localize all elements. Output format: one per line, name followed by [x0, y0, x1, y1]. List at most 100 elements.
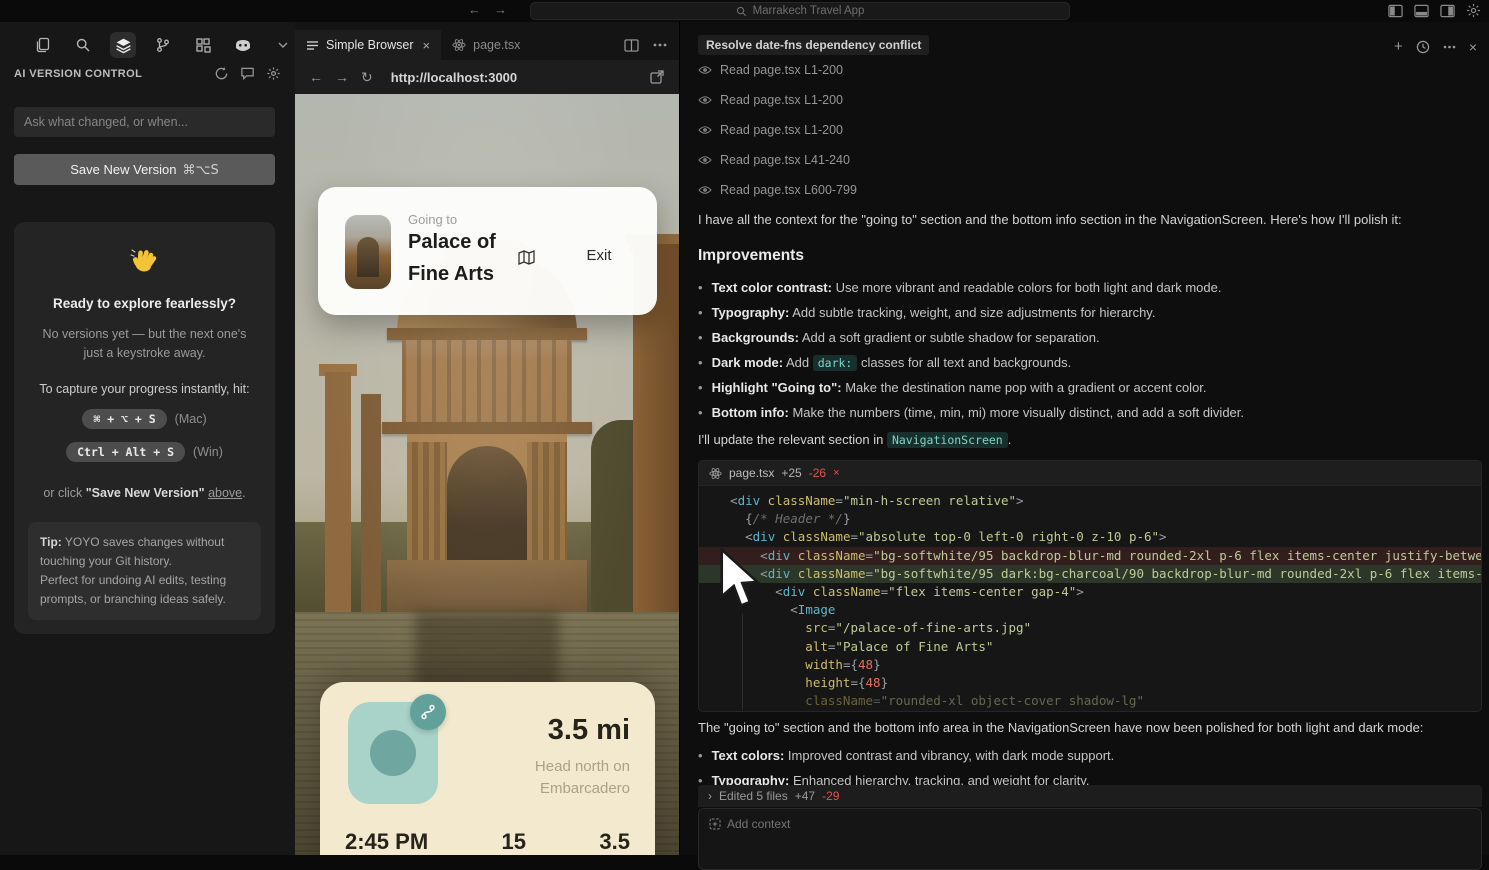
refresh-icon[interactable]: [214, 66, 229, 81]
add-context-button[interactable]: Add context: [709, 817, 1471, 831]
destination-name-line2: Fine Arts: [408, 263, 494, 286]
toggle-sidebar-right-icon[interactable]: [1440, 4, 1455, 18]
url-text[interactable]: http://localhost:3000: [391, 70, 517, 85]
eye-icon: [698, 95, 712, 105]
code-file-name: page.tsx: [729, 466, 774, 480]
browser-back-icon[interactable]: ←: [309, 69, 323, 85]
tab-page-tsx[interactable]: page.tsx: [441, 30, 531, 60]
above-link[interactable]: above: [208, 486, 242, 500]
close-tab-icon[interactable]: ×: [423, 38, 431, 53]
minimap-thumbnail[interactable]: [348, 702, 438, 804]
new-chat-icon[interactable]: +: [1394, 38, 1403, 55]
toggle-panel-icon[interactable]: [1414, 4, 1429, 18]
read-item[interactable]: Read page.tsx L1-200: [698, 123, 843, 137]
more-actions-icon[interactable]: [653, 43, 667, 47]
tab-simple-browser[interactable]: Simple Browser ×: [295, 30, 441, 60]
extensions-icon[interactable]: [190, 32, 216, 58]
chevron-down-icon[interactable]: [270, 32, 296, 58]
list-icon: [306, 40, 319, 51]
browser-viewport: Going to Palace of Fine Arts Exit 3.5 mi…: [295, 94, 679, 855]
instruction-line1: Head north on: [535, 758, 630, 775]
browser-forward-icon[interactable]: →: [335, 69, 349, 85]
mac-label: (Mac): [175, 412, 207, 426]
copy-pages-icon[interactable]: [30, 32, 56, 58]
trip-stats-row: 2:45 PMarrival 15min 3.5mi: [345, 829, 630, 855]
layers-icon[interactable]: [110, 32, 136, 58]
ask-input[interactable]: [14, 107, 275, 137]
map-button[interactable]: [510, 243, 544, 271]
chat-session-title[interactable]: Resolve date-fns dependency conflict: [698, 35, 929, 55]
chat-input-box[interactable]: Add context: [698, 808, 1482, 870]
eye-icon: [698, 65, 712, 75]
sidebar-panel: AI VERSION CONTROL Save New Version⌘⌥S R…: [0, 22, 295, 855]
close-chat-icon[interactable]: ×: [1469, 39, 1477, 55]
welcome-subtitle: No versions yet — but the next one's jus…: [35, 325, 255, 363]
activity-bar: [30, 32, 296, 58]
chevron-right-icon: ›: [708, 789, 712, 803]
toggle-sidebar-left-icon[interactable]: [1388, 4, 1403, 18]
editor-pane: Simple Browser × page.tsx ← → ↻ http://l…: [295, 22, 679, 855]
capture-line: To capture your progress instantly, hit:: [28, 382, 261, 396]
distance-remaining: 3.5 mi: [548, 714, 630, 747]
going-to-label: Going to: [408, 212, 457, 227]
search-icon: [736, 6, 747, 17]
split-editor-icon[interactable]: [624, 39, 639, 52]
read-item[interactable]: Read page.tsx L41-240: [698, 153, 850, 167]
title-bar: ← → Marrakech Travel App: [0, 0, 1489, 22]
read-item[interactable]: Read page.tsx L600-799: [698, 183, 857, 197]
wave-emoji: [129, 242, 161, 274]
save-shortcut: ⌘⌥S: [183, 163, 219, 178]
git-branch-icon[interactable]: [150, 32, 176, 58]
going-to-card: Going to Palace of Fine Arts Exit: [318, 187, 657, 315]
command-center-search[interactable]: Marrakech Travel App: [530, 2, 1070, 20]
route-icon: [419, 703, 437, 721]
or-click-line: or click "Save New Version" above.: [28, 486, 261, 500]
improvement-item: •Typography: Add subtle tracking, weight…: [698, 305, 1478, 320]
improvement-item: •Dark mode: Add dark: classes for all te…: [698, 355, 1478, 370]
chat-panel: Resolve date-fns dependency conflict + ×…: [679, 22, 1489, 855]
more-options-icon[interactable]: [1443, 45, 1456, 49]
edited-files-text: Edited 5 files: [719, 789, 788, 803]
dismiss-diff-icon[interactable]: ×: [833, 467, 839, 479]
mouse-cursor: [718, 548, 762, 610]
history-forward-icon[interactable]: →: [494, 2, 507, 17]
improvement-item: •Backgrounds: Add a soft gradient or sub…: [698, 330, 1478, 345]
read-item[interactable]: Read page.tsx L1-200: [698, 63, 843, 77]
update-line: I'll update the relevant section in Navi…: [698, 432, 1011, 447]
code-diff-body[interactable]: <div className="min-h-screen relative"> …: [699, 486, 1481, 712]
tip-box: Tip: YOYO saves changes without touching…: [28, 522, 261, 621]
edited-files-bar[interactable]: › Edited 5 files +47 -29: [698, 785, 1482, 807]
improvement-item: •Bottom info: Make the numbers (time, mi…: [698, 405, 1478, 420]
save-new-version-button[interactable]: Save New Version⌘⌥S: [14, 154, 275, 185]
open-external-icon[interactable]: [649, 69, 665, 85]
outro-item: •Text colors: Improved contrast and vibr…: [698, 748, 1478, 763]
destination-thumbnail: [345, 215, 391, 289]
code-diff-header[interactable]: page.tsx +25 -26 ×: [699, 461, 1481, 486]
history-clock-icon[interactable]: [1416, 40, 1430, 54]
assistant-intro-text: I have all the context for the "going to…: [698, 212, 1484, 227]
read-item[interactable]: Read page.tsx L1-200: [698, 93, 843, 107]
route-badge[interactable]: [410, 694, 446, 730]
total-additions: +47: [795, 789, 815, 803]
code-lines: <div className="min-h-screen relative"> …: [699, 492, 1481, 710]
history-back-icon[interactable]: ←: [468, 2, 481, 17]
additions-count: +25: [781, 466, 801, 480]
mac-shortcut-pill: ⌘ + ⌥ + S: [82, 409, 166, 429]
minimap-area-blob: [370, 730, 416, 776]
browser-refresh-icon[interactable]: ↻: [361, 69, 373, 86]
destination-name-line1: Palace of: [408, 231, 496, 254]
settings-gear-icon[interactable]: [1466, 3, 1481, 18]
react-icon: [709, 467, 722, 480]
copilot-icon[interactable]: [230, 32, 256, 58]
improvement-item: •Text color contrast: Use more vibrant a…: [698, 280, 1478, 295]
stat-arrival: 2:45 PMarrival: [345, 829, 428, 855]
search-icon[interactable]: [70, 32, 96, 58]
deletions-count: -26: [809, 466, 826, 480]
welcome-card: Ready to explore fearlessly? No versions…: [14, 222, 275, 634]
exit-button[interactable]: Exit: [568, 239, 630, 271]
code-diff-card: page.tsx +25 -26 × <div className="min-h…: [698, 460, 1482, 712]
gear-icon[interactable]: [266, 66, 281, 81]
inline-code-chip: NavigationScreen: [887, 432, 1008, 448]
window-title: Marrakech Travel App: [753, 5, 865, 17]
feedback-bubble-icon[interactable]: [240, 66, 255, 81]
